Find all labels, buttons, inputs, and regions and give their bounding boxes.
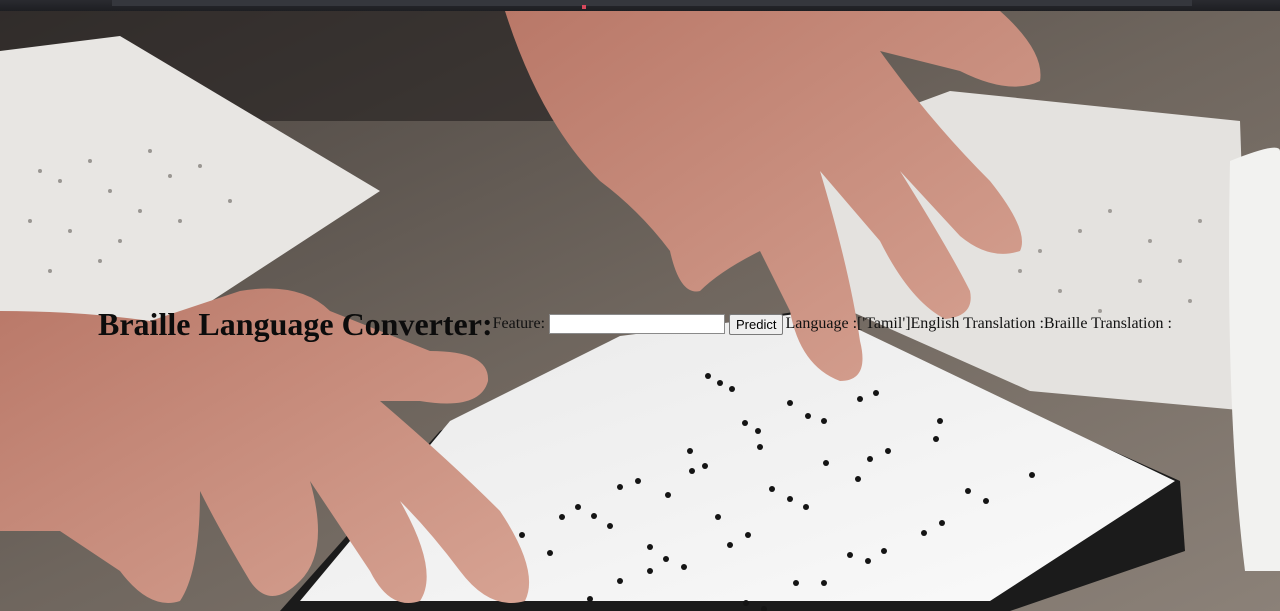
browser-tab[interactable] [112,0,1192,6]
language-result: Language :['Tamil'] [785,315,911,332]
feature-label: Feature: [492,315,546,332]
tab-indicator-icon [582,5,586,9]
english-translation-result: English Translation : [910,315,1044,332]
page: Braille Language Converter: Feature: Pre… [0,0,1280,611]
feature-input[interactable] [549,314,726,334]
predict-button[interactable]: Predict [729,313,784,335]
browser-tab-strip [0,0,1280,11]
braille-translation-result: Braille Translation : [1043,315,1172,332]
page-title: Braille Language Converter: [98,306,493,342]
converter-form: Braille Language Converter: Feature: Pre… [98,306,1172,342]
